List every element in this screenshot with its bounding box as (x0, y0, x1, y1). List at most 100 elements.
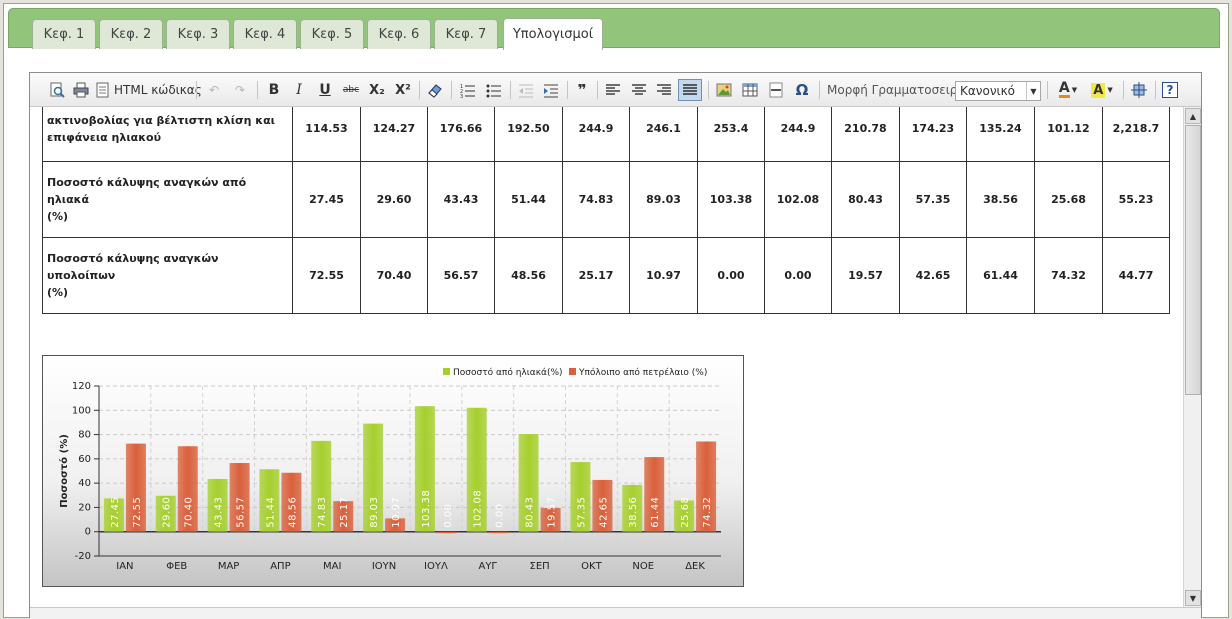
data-label: 42.65 (598, 497, 609, 528)
preview-icon (50, 82, 65, 98)
y-tick-label: 0 (85, 527, 91, 538)
blockquote-button[interactable]: ❞ (571, 79, 593, 101)
x-tick-label: ΔΕΚ (685, 561, 705, 572)
table-cell: 44.77 (1102, 237, 1170, 314)
align-justify-button[interactable] (678, 79, 702, 101)
y-tick-label: 20 (78, 502, 91, 513)
table-row: ακτινοβολίας για βέλτιστη κλίση και επιφά… (42, 107, 1170, 162)
indent-button[interactable] (540, 79, 562, 101)
toolbar-separator (708, 81, 709, 99)
x-tick-label: ΑΠΡ (270, 561, 290, 572)
help-button[interactable]: ? (1159, 79, 1181, 101)
legend-label: Υπόλοιπο από πετρέλαιο (%) (578, 367, 707, 378)
table-cell: 70.40 (360, 237, 428, 314)
x-tick-label: ΝΟΕ (632, 561, 654, 572)
row-label: ακτινοβολίας για βέλτιστη κλίση και επιφά… (42, 107, 293, 162)
tab-chapter-4[interactable]: Κεφ. 4 (233, 19, 297, 49)
html-source-label: HTML κώδικας (114, 83, 202, 97)
y-tick-label: 60 (78, 454, 91, 465)
x-tick-label: ΙΟΥΝ (372, 561, 396, 572)
table-cell: 176.66 (427, 107, 495, 162)
eraser-icon (428, 84, 442, 98)
table-cell: 48.56 (494, 237, 563, 314)
data-label: 103.38 (421, 490, 432, 528)
row-label: Ποσοστό κάλυψης αναγκών από ηλιακά (%) (42, 161, 293, 238)
help-icon: ? (1162, 82, 1178, 98)
tab-chapter-2[interactable]: Κεφ. 2 (99, 19, 163, 49)
subscript-button[interactable]: X₂ (366, 79, 388, 101)
preview-button[interactable] (46, 79, 68, 101)
x-tick-label: ΟΚΤ (581, 561, 602, 572)
tab-chapter-7[interactable]: Κεφ. 7 (434, 19, 498, 49)
horizontal-rule-button[interactable] (765, 79, 787, 101)
percentage-chart: -20 0 20 40 60 80 100 120 Ποσοστό (%) 27.45 72.55 Ι… (42, 355, 744, 587)
underline-button[interactable]: U (314, 79, 336, 101)
editor-statusbar (30, 607, 1201, 619)
tab-chapter-5[interactable]: Κεφ. 5 (300, 19, 364, 49)
table-cell: 102.08 (764, 161, 832, 238)
row-label-line: (%) (47, 286, 69, 299)
maximize-button[interactable] (1128, 79, 1150, 101)
data-label: 43.43 (214, 497, 225, 528)
font-color-button[interactable]: A ▼ (1054, 79, 1082, 101)
redo-icon: ↷ (234, 83, 246, 97)
scrollbar-thumb[interactable] (1185, 125, 1201, 395)
special-character-button[interactable]: Ω (791, 79, 813, 101)
scroll-up-arrow-icon[interactable]: ▲ (1185, 108, 1201, 124)
table-cell: 57.35 (899, 161, 967, 238)
numbered-list-button[interactable]: 123 (457, 79, 479, 101)
superscript-button[interactable]: X² (392, 79, 414, 101)
strikethrough-button[interactable]: abc (340, 79, 362, 101)
scroll-down-arrow-icon[interactable]: ▼ (1185, 590, 1201, 606)
html-source-button[interactable]: HTML κώδικας (96, 79, 202, 101)
insert-table-button[interactable] (739, 79, 761, 101)
undo-icon: ↶ (208, 83, 220, 97)
align-left-button[interactable] (602, 79, 624, 101)
vertical-scrollbar[interactable]: ▲ ▼ (1183, 107, 1201, 607)
chevron-down-icon: ▼ (1107, 86, 1113, 94)
table-cell: 72.55 (292, 237, 361, 314)
print-icon (73, 82, 89, 98)
tab-chapter-6[interactable]: Κεφ. 6 (367, 19, 431, 49)
data-label: 27.45 (110, 497, 121, 528)
tab-chapter-1[interactable]: Κεφ. 1 (32, 19, 96, 49)
align-center-button[interactable] (628, 79, 650, 101)
y-tick-label: 80 (78, 430, 91, 441)
font-format-select[interactable]: Κανονικό ▼ (955, 81, 1041, 101)
results-table: ακτινοβολίας για βέλτιστη κλίση και επιφά… (42, 107, 1170, 314)
insert-image-button[interactable] (713, 79, 735, 101)
editor-content[interactable]: ακτινοβολίας για βέλτιστη κλίση και επιφά… (30, 107, 1180, 607)
y-tick-label: 40 (78, 478, 91, 489)
background-color-button[interactable]: A ▼ (1088, 79, 1116, 101)
data-label: 89.03 (369, 497, 380, 528)
align-justify-icon (683, 84, 697, 95)
tab-calculations[interactable]: Υπολογισμοί (503, 18, 603, 50)
bulleted-list-button[interactable] (483, 79, 505, 101)
bold-button[interactable]: B (263, 79, 285, 101)
omega-icon: Ω (795, 81, 809, 99)
data-label: 57.35 (576, 497, 587, 528)
table-cell: 80.43 (831, 161, 900, 238)
table-cell: 244.9 (562, 107, 630, 162)
tab-chapter-3[interactable]: Κεφ. 3 (166, 19, 230, 49)
table-cell: 38.56 (966, 161, 1035, 238)
print-button[interactable] (70, 79, 92, 101)
remove-format-button[interactable] (424, 79, 446, 101)
redo-button[interactable]: ↷ (229, 79, 251, 101)
table-cell: 192.50 (494, 107, 563, 162)
data-label: 0.00 (443, 503, 454, 527)
chevron-down-icon: ▼ (1071, 86, 1078, 94)
x-tick-label: ΣΕΠ (530, 561, 550, 572)
data-label: 48.56 (287, 497, 298, 528)
table-row: Ποσοστό κάλυψης αναγκών υπολοίπων (%) 72.5… (42, 237, 1170, 314)
horizontal-rule-icon (769, 82, 783, 98)
undo-button[interactable]: ↶ (203, 79, 225, 101)
data-label: 29.60 (162, 497, 173, 528)
data-label: 25.68 (680, 497, 691, 528)
y-axis-label: Ποσοστό (%) (58, 434, 70, 508)
align-right-icon (657, 84, 671, 95)
outdent-button[interactable] (515, 79, 537, 101)
align-right-button[interactable] (653, 79, 675, 101)
table-icon (742, 83, 758, 97)
italic-button[interactable]: I (288, 79, 310, 101)
